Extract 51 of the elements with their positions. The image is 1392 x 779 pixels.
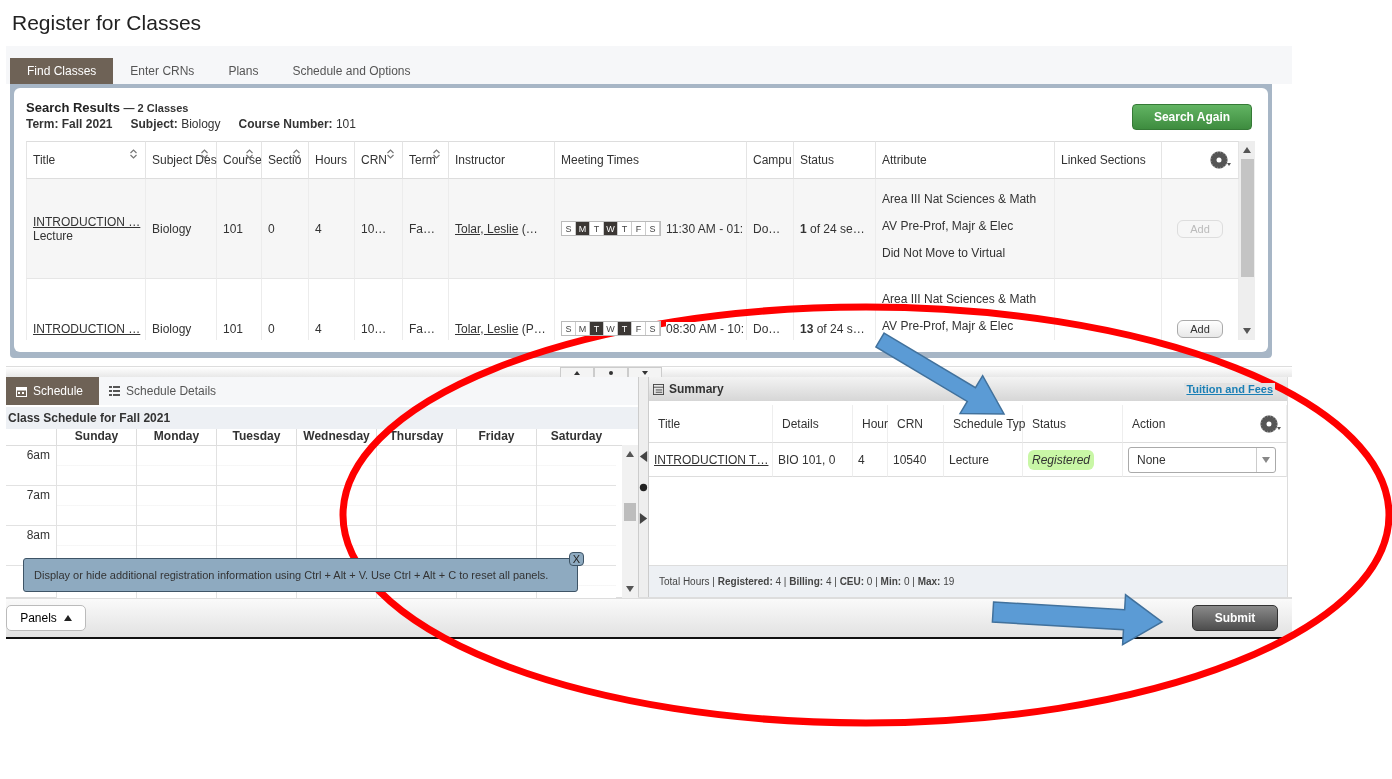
seat-status: 13 of 24 s… <box>800 321 865 336</box>
table-cell: 10… <box>355 179 403 279</box>
day-header: Sunday <box>56 429 136 445</box>
meeting-time: 08:30 AM - 10: <box>666 321 745 336</box>
seat-status: 1 of 24 se… <box>800 221 865 236</box>
table-cell: 4 <box>853 443 888 477</box>
weekday-marker: T <box>590 322 604 335</box>
results-heading: Search Results <box>26 100 121 115</box>
tip-text: Display or hide additional registration information using Ctrl + Alt + V. Use Ctrl + Alt + C to reset all panels. <box>34 569 549 581</box>
table-cell: 4 <box>309 179 355 279</box>
weekday-marker: M <box>576 322 590 335</box>
day-header: Thursday <box>376 429 456 445</box>
total-hours-summary: Total Hours | Registered: 4 | Billing: 4 | CEU: 0 | Min: 0 | Max: 19 <box>649 565 1287 597</box>
table-cell: Do… <box>747 179 794 279</box>
day-header: Monday <box>136 429 216 445</box>
schedule-title: Class Schedule for Fall 2021 <box>6 405 638 429</box>
table-cell: Lecture <box>944 443 1023 477</box>
day-header: Saturday <box>536 429 616 445</box>
day-header: Wednesday <box>296 429 376 445</box>
attribute-text: Did Not Move to Virtual <box>882 245 1006 262</box>
instructor-note: (… <box>520 221 538 236</box>
weekday-marker: W <box>604 322 618 335</box>
attribute-text: AV Pre-Prof, Majr & Elec <box>882 218 1014 235</box>
weekday-marker: M <box>576 222 590 235</box>
table-cell: BIO 101, 0 <box>773 443 853 477</box>
class-type: Lecture <box>33 228 74 243</box>
weekday-marker: S <box>646 222 660 235</box>
weekday-marker: W <box>604 222 618 235</box>
attribute-text: Area III Nat Sciences & Math <box>882 191 1037 208</box>
table-cell: 101 <box>217 179 262 279</box>
weekday-marker: T <box>590 222 604 235</box>
attribute-text: Area III Nat Sciences & Math <box>882 291 1037 308</box>
weekday-marker: F <box>632 222 646 235</box>
day-header: Tuesday <box>216 429 296 445</box>
status-badge: Registered <box>1028 449 1095 470</box>
results-count: — 2 Classes <box>123 102 189 114</box>
search-criterion: Subject: Biology <box>130 117 221 131</box>
attribute-text: AV Pre-Prof, Majr & Elec <box>882 318 1014 335</box>
search-criterion: Course Number: 101 <box>238 117 356 131</box>
day-header: Friday <box>456 429 536 445</box>
table-cell: Biology <box>146 179 217 279</box>
weekday-marker: T <box>618 322 632 335</box>
table-cell: 0 <box>262 179 309 279</box>
instructor-note: (P… <box>520 321 546 336</box>
search-criterion: Term: Fall 2021 <box>26 117 113 131</box>
weekday-marker: S <box>562 222 576 235</box>
table-cell: Fa… <box>403 179 449 279</box>
table-cell: 10540 <box>888 443 944 477</box>
summary-title: Summary <box>669 382 724 396</box>
meeting-time: 11:30 AM - 01: <box>666 221 744 236</box>
weekday-marker: T <box>618 222 632 235</box>
